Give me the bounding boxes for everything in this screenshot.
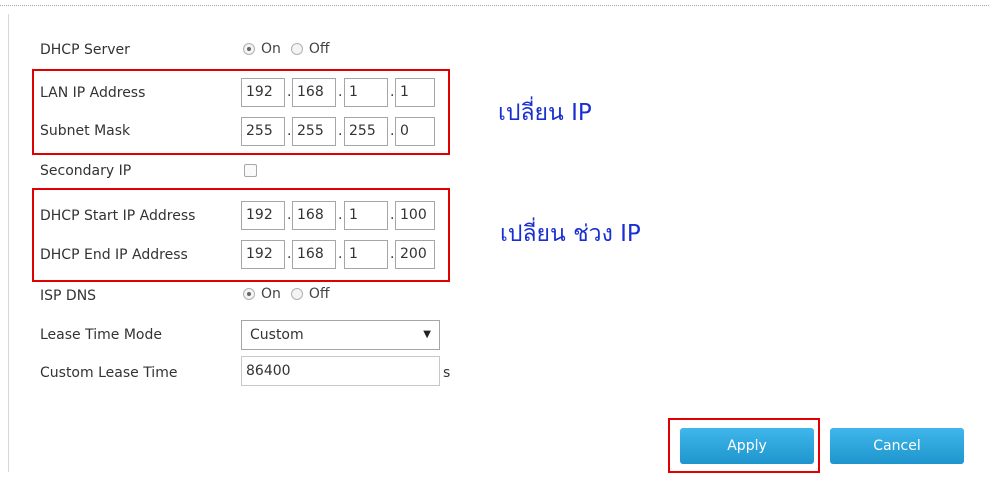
- dhcp-server-off-radio[interactable]: [290, 43, 303, 55]
- dropdown-arrow-icon: ▼: [423, 329, 431, 340]
- dhcp-server-label: DHCP Server: [40, 42, 130, 58]
- lease-time-unit: s: [443, 365, 451, 381]
- change-range-annotation: เปลี่ยน ช่วง IP: [500, 221, 641, 247]
- isp-dns-label: ISP DNS: [40, 288, 97, 304]
- apply-button[interactable]: Apply: [680, 428, 814, 464]
- isp-dns-on-radio[interactable]: [243, 288, 255, 300]
- custom-lease-time-label: Custom Lease Time: [40, 365, 178, 381]
- ip-highlight-box: [32, 69, 450, 155]
- isp-dns-off-label[interactable]: Off: [309, 286, 330, 302]
- custom-lease-time-input[interactable]: 86400: [241, 356, 440, 386]
- dhcp-server-on-label[interactable]: On: [261, 41, 281, 57]
- lease-time-mode-label: Lease Time Mode: [40, 327, 162, 343]
- dhcp-server-on-radio[interactable]: [243, 43, 255, 55]
- top-divider: [0, 5, 989, 6]
- dhcp-server-radio-group: On Off: [243, 41, 340, 57]
- dhcp-range-highlight-box: [32, 188, 450, 282]
- lease-time-mode-select[interactable]: Custom ▼: [241, 320, 440, 350]
- secondary-ip-checkbox[interactable]: [244, 164, 257, 177]
- isp-dns-off-radio[interactable]: [290, 288, 303, 300]
- lease-time-mode-value: Custom: [250, 327, 304, 343]
- change-ip-annotation: เปลี่ยน IP: [498, 100, 592, 126]
- isp-dns-on-label[interactable]: On: [261, 286, 281, 302]
- isp-dns-radio-group: On Off: [243, 286, 340, 302]
- secondary-ip-label: Secondary IP: [40, 163, 132, 179]
- dhcp-server-off-label[interactable]: Off: [309, 41, 330, 57]
- cancel-button[interactable]: Cancel: [830, 428, 964, 464]
